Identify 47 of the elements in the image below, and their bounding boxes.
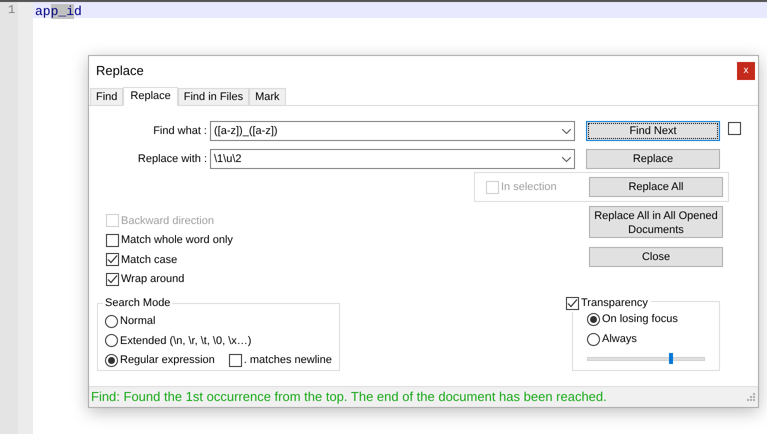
checkbox[interactable] bbox=[728, 122, 741, 135]
dropdown-caret-icon bbox=[562, 156, 571, 162]
checkbox[interactable] bbox=[106, 272, 119, 286]
checkbox-label: Match whole word only bbox=[121, 233, 233, 248]
dialog-button[interactable]: Close bbox=[589, 246, 723, 266]
replace-with-combo[interactable]: \1\u\2 bbox=[210, 149, 575, 169]
dialog-button[interactable]: Replace All bbox=[589, 177, 723, 197]
checkbox[interactable] bbox=[106, 253, 119, 266]
dialog-button[interactable]: Find Next bbox=[586, 121, 720, 141]
radio-button[interactable] bbox=[587, 332, 600, 346]
tab[interactable]: Replace bbox=[123, 87, 178, 106]
radio-label: Normal bbox=[120, 314, 156, 329]
dialog-title: Replace bbox=[96, 62, 144, 80]
field-label: Find what : bbox=[152, 124, 208, 139]
slider-thumb[interactable] bbox=[668, 353, 673, 364]
tab[interactable]: Find bbox=[90, 88, 124, 105]
checkbox-label: . matches newline bbox=[244, 353, 332, 368]
dropdown-caret-icon bbox=[562, 128, 571, 134]
checkbox-label: In selection bbox=[501, 180, 557, 195]
radio-label: On losing focus bbox=[602, 312, 678, 327]
resize-grip-icon bbox=[747, 393, 755, 401]
dialog-button[interactable]: Replace bbox=[586, 149, 720, 169]
find-what-combo[interactable]: ([a-z])_([a-z]) bbox=[210, 121, 575, 141]
tab[interactable]: Mark bbox=[249, 88, 286, 105]
radio-label: Extended (\n, \r, \t, \0, \x…) bbox=[120, 334, 252, 348]
radio-button[interactable] bbox=[105, 334, 118, 348]
radio-label: Always bbox=[602, 332, 637, 347]
dialog-button[interactable]: Replace All in All Opened Documents bbox=[589, 206, 723, 238]
radio-label: Regular expression bbox=[120, 353, 215, 368]
checkbox-label: Wrap around bbox=[121, 272, 184, 287]
transparency-slider[interactable] bbox=[587, 353, 705, 364]
tab[interactable]: Find in Files bbox=[178, 88, 250, 105]
checkbox-label: Transparency bbox=[581, 296, 648, 311]
title-bar-close-button[interactable]: x bbox=[737, 62, 755, 80]
radio-button[interactable] bbox=[587, 312, 600, 326]
line-number: 1 bbox=[7, 2, 16, 18]
checkbox[interactable] bbox=[106, 234, 119, 247]
checkbox[interactable] bbox=[228, 354, 242, 367]
group-title: Search Mode bbox=[104, 296, 172, 311]
status-message: Find: Found the 1st occurrence from the top. The end of the document has been reached. bbox=[91, 388, 607, 406]
field-label: Replace with : bbox=[136, 152, 208, 167]
checkbox[interactable] bbox=[566, 296, 579, 310]
checkbox-label: Backward direction bbox=[121, 214, 214, 228]
radio-button[interactable] bbox=[105, 354, 118, 367]
code-line: app_id bbox=[35, 4, 82, 19]
checkbox-label: Match case bbox=[121, 252, 178, 268]
radio-button[interactable] bbox=[105, 314, 118, 328]
